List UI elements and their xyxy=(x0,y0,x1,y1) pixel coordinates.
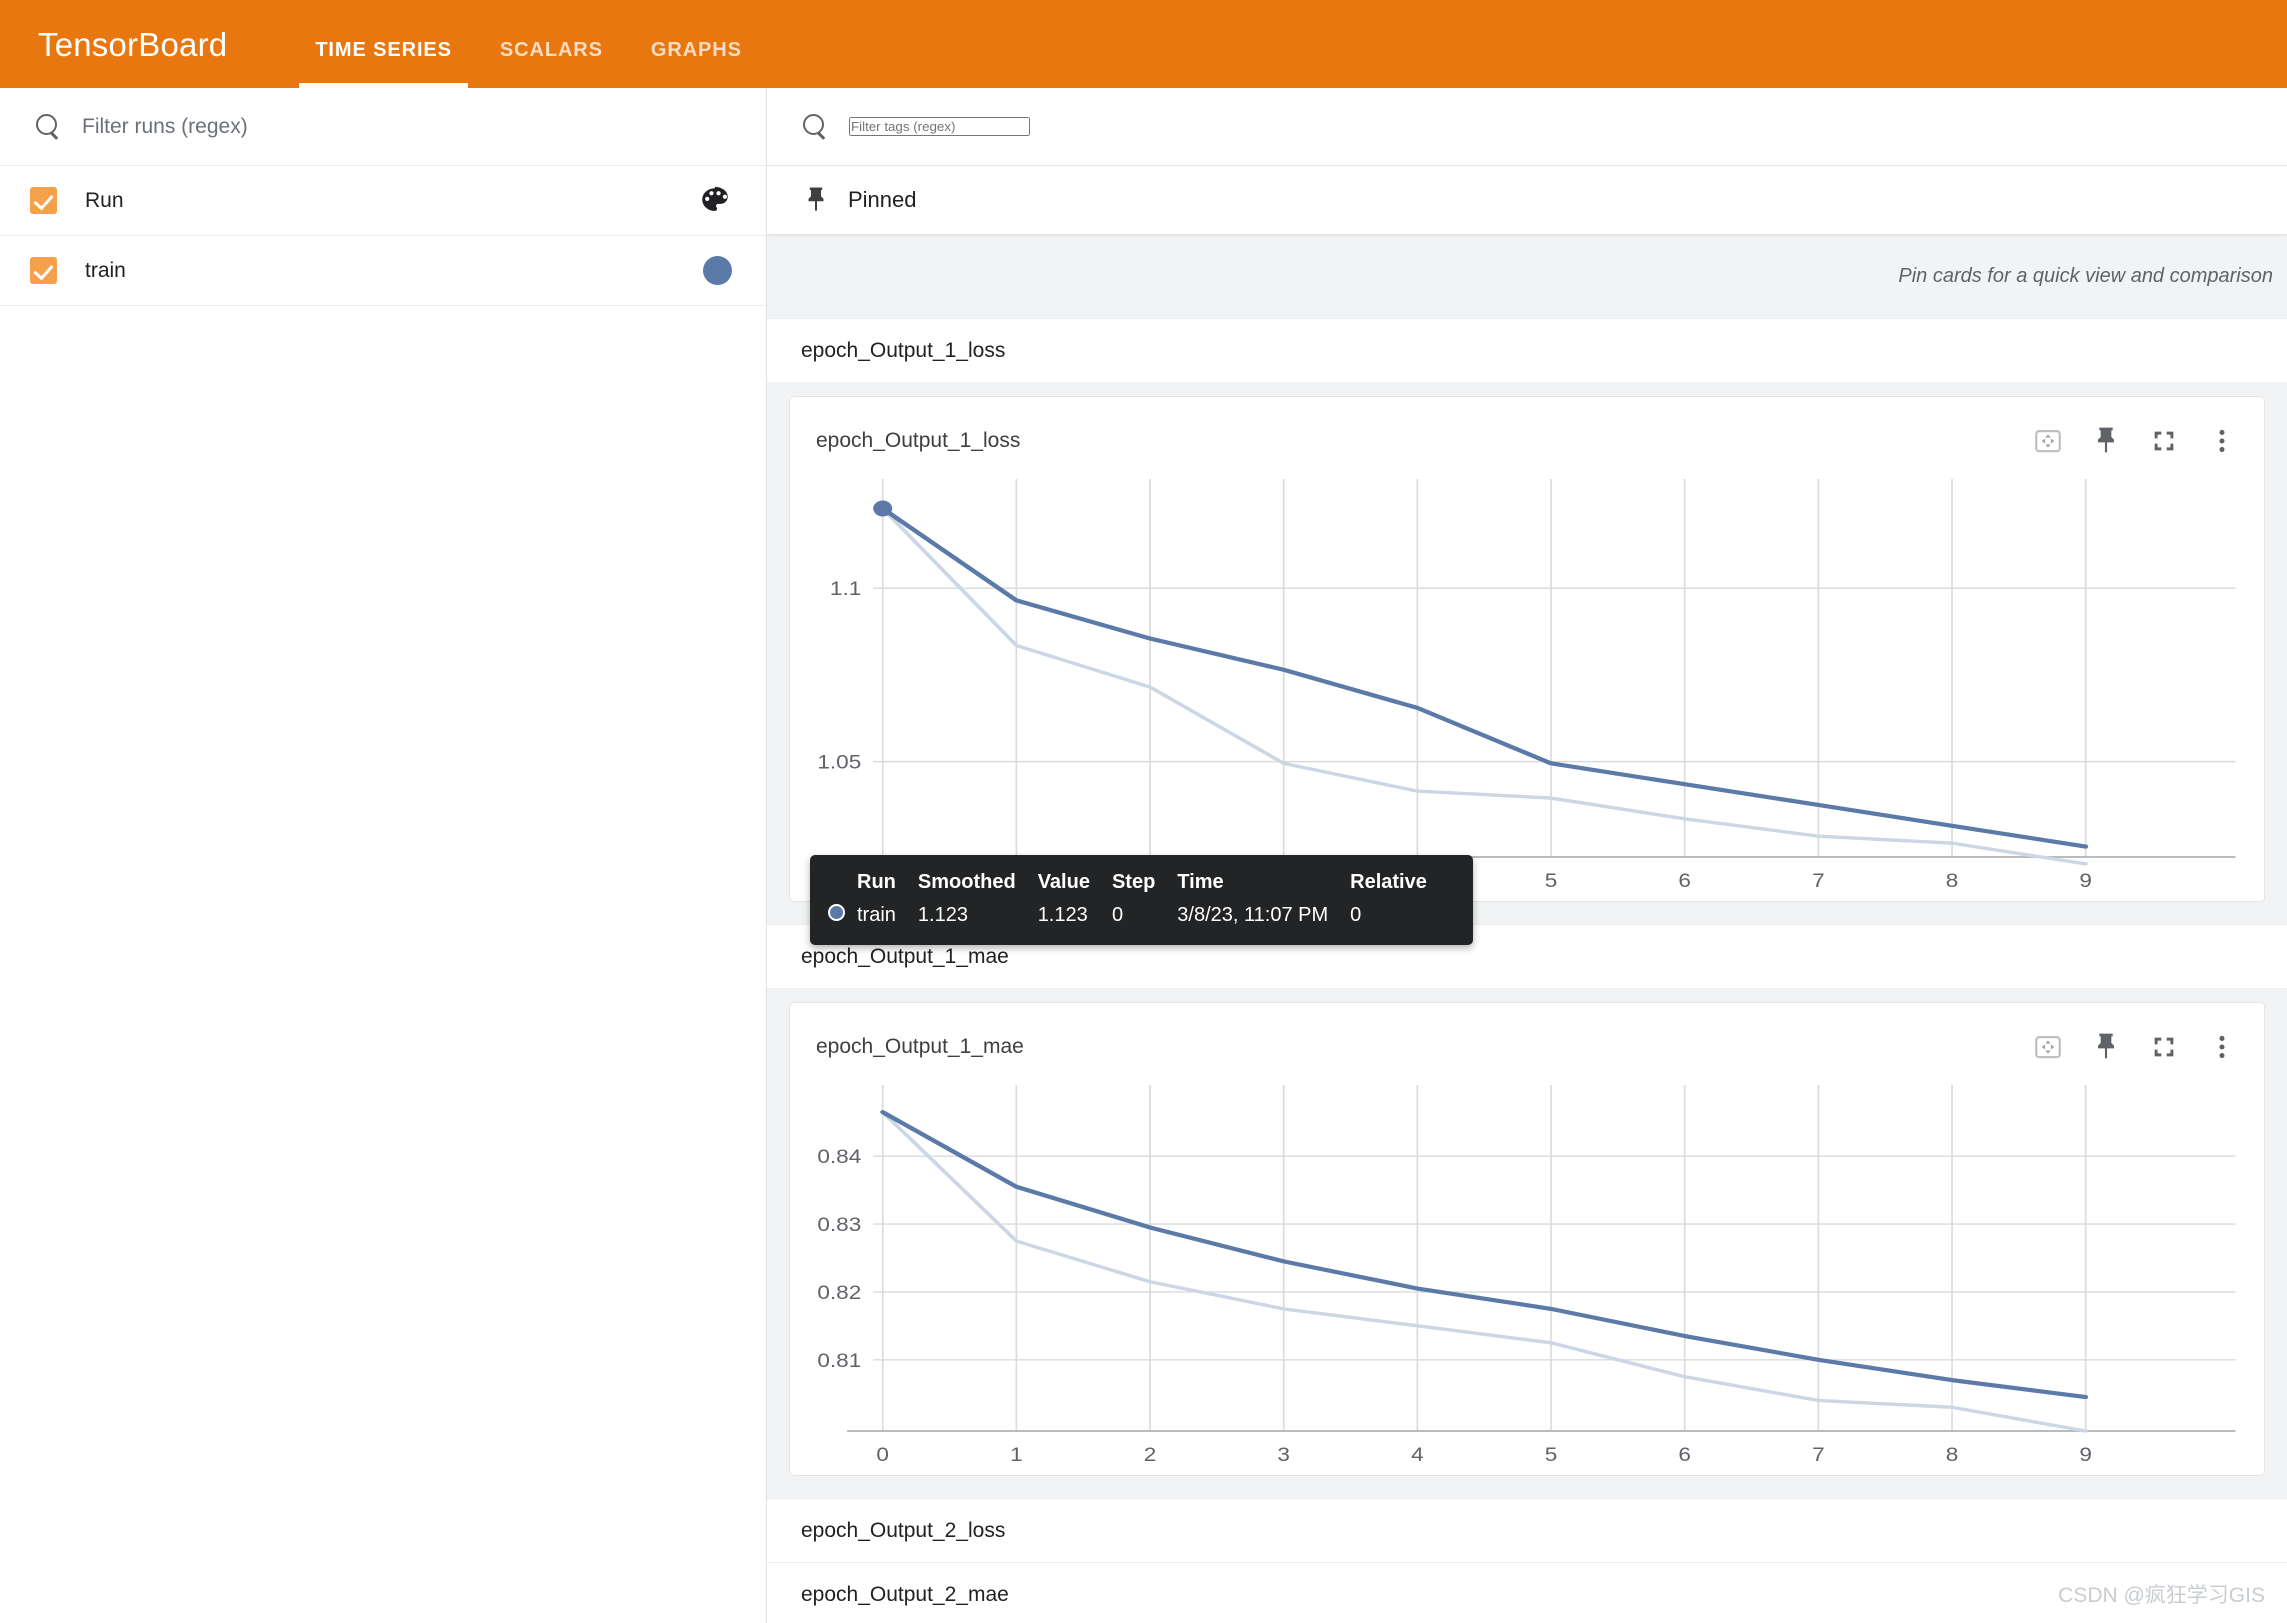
runs-sidebar: Run train xyxy=(0,88,767,1623)
tooltip-value: 1.123 xyxy=(1037,904,1088,926)
run-filter-container xyxy=(0,88,766,166)
more-vert-icon[interactable] xyxy=(2206,425,2238,457)
card-title-loss: epoch_Output_1_loss xyxy=(816,429,1021,452)
svg-text:4: 4 xyxy=(1411,1445,1424,1466)
svg-text:5: 5 xyxy=(1545,1445,1558,1466)
tooltip-th-run: Run xyxy=(857,871,896,893)
app-brand: TensorBoard xyxy=(38,26,228,63)
pinned-label: Pinned xyxy=(848,187,917,212)
svg-text:0.82: 0.82 xyxy=(817,1283,861,1304)
tooltip-relative: 0 xyxy=(1350,904,1362,926)
card-title-mae: epoch_Output_1_mae xyxy=(816,1035,1024,1058)
pin-icon[interactable] xyxy=(2090,425,2122,457)
tab-time-series[interactable]: TIME SERIES xyxy=(291,39,476,88)
chart-card-epoch-output-1-loss: epoch_Output_1_loss 1.1 1.05 5 6 7 8 9 xyxy=(789,396,2265,902)
svg-text:9: 9 xyxy=(2079,871,2092,892)
svg-text:8: 8 xyxy=(1946,871,1959,892)
app-body: Run train Pinned Pin xyxy=(0,88,2287,1623)
palette-icon[interactable] xyxy=(698,184,732,218)
card-wrap-loss: epoch_Output_1_loss 1.1 1.05 5 6 7 8 9 xyxy=(767,382,2287,924)
fullscreen-icon[interactable] xyxy=(2148,1031,2180,1063)
tooltip-th-time: Time xyxy=(1177,871,1224,893)
card-wrap-mae: epoch_Output_1_mae 0.84 0.83 0.82 0.81 0… xyxy=(767,988,2287,1498)
svg-text:1: 1 xyxy=(1010,1445,1023,1466)
svg-text:0: 0 xyxy=(876,1445,889,1466)
tooltip-time: 3/8/23, 11:07 PM xyxy=(1177,904,1329,926)
group-header-epoch-output-2-loss[interactable]: epoch_Output_2_loss xyxy=(767,1498,2287,1562)
fit-view-icon[interactable] xyxy=(2032,425,2064,457)
plot-epoch-output-1-mae[interactable]: 0.84 0.83 0.82 0.81 0 1 2 3 4 5 6 7 8 9 xyxy=(790,1075,2264,1475)
tab-scalars[interactable]: SCALARS xyxy=(476,39,627,88)
group-header-epoch-output-1-loss[interactable]: epoch_Output_1_loss xyxy=(767,318,2287,382)
tooltip-row: train 1.123 1.123 0 3/8/23, 11:07 PM 0 xyxy=(828,904,1449,927)
pinned-section-header[interactable]: Pinned xyxy=(767,166,2287,234)
run-checkbox-train[interactable] xyxy=(30,257,57,284)
svg-text:0.81: 0.81 xyxy=(817,1350,861,1371)
svg-text:7: 7 xyxy=(1812,871,1825,892)
plot-epoch-output-1-loss[interactable]: 1.11.050123456789 xyxy=(790,469,2264,901)
select-all-runs-checkbox[interactable] xyxy=(30,187,57,214)
tooltip-step: 0 xyxy=(1111,904,1124,926)
tooltip-smoothed: 1.123 xyxy=(917,904,968,926)
svg-text:9: 9 xyxy=(2079,1445,2092,1466)
fit-view-icon[interactable] xyxy=(2032,1031,2064,1063)
tooltip-swatch-header xyxy=(828,871,857,904)
search-icon xyxy=(34,113,61,140)
chart-tooltip: Run Smoothed Value Step Time Relative tr… xyxy=(810,855,1473,945)
nav-tabs: TIME SERIES SCALARS GRAPHS xyxy=(291,0,766,88)
tooltip-table: Run Smoothed Value Step Time Relative tr… xyxy=(828,871,1449,927)
tooltip-th-smoothed: Smoothed xyxy=(917,871,1016,893)
svg-text:5: 5 xyxy=(1545,871,1558,892)
group-header-epoch-output-2-mae[interactable]: epoch_Output_2_mae xyxy=(767,1562,2287,1623)
run-row-train[interactable]: train xyxy=(0,236,766,306)
tooltip-header-row: Run Smoothed Value Step Time Relative xyxy=(828,871,1449,904)
svg-text:7: 7 xyxy=(1812,1445,1825,1466)
tooltip-run: train xyxy=(857,904,896,926)
main-panel: Pinned Pin cards for a quick view and co… xyxy=(767,88,2287,1623)
pin-icon[interactable] xyxy=(2090,1031,2122,1063)
pin-hint-text: Pin cards for a quick view and compariso… xyxy=(767,234,2287,318)
tooltip-th-step: Step xyxy=(1111,871,1156,893)
tooltip-color-swatch xyxy=(828,904,857,927)
tooltip-th-relative: Relative xyxy=(1350,871,1427,893)
run-name-train: train xyxy=(85,258,126,282)
run-search-input[interactable] xyxy=(82,114,732,139)
svg-text:6: 6 xyxy=(1678,871,1691,892)
tag-search-input[interactable] xyxy=(849,117,1030,136)
card-actions-loss xyxy=(2032,425,2238,457)
more-vert-icon[interactable] xyxy=(2206,1031,2238,1063)
svg-text:1.05: 1.05 xyxy=(817,752,861,773)
chart-card-epoch-output-1-mae: epoch_Output_1_mae 0.84 0.83 0.82 0.81 0… xyxy=(789,1002,2265,1476)
app-header: TensorBoard TIME SERIES SCALARS GRAPHS xyxy=(0,0,2287,88)
pin-icon xyxy=(801,185,831,215)
tooltip-th-value: Value xyxy=(1037,871,1090,893)
svg-text:0.84: 0.84 xyxy=(817,1147,861,1168)
search-icon xyxy=(801,113,828,140)
svg-text:2: 2 xyxy=(1144,1445,1157,1466)
card-header-loss: epoch_Output_1_loss xyxy=(790,397,2264,463)
run-color-swatch-train[interactable] xyxy=(703,256,732,285)
tab-graphs[interactable]: GRAPHS xyxy=(627,39,766,88)
svg-text:6: 6 xyxy=(1678,1445,1691,1466)
fullscreen-icon[interactable] xyxy=(2148,425,2180,457)
svg-text:1.1: 1.1 xyxy=(830,579,861,600)
runs-header-row[interactable]: Run xyxy=(0,166,766,236)
svg-text:3: 3 xyxy=(1277,1445,1290,1466)
svg-text:0.83: 0.83 xyxy=(817,1215,861,1236)
svg-text:8: 8 xyxy=(1946,1445,1959,1466)
card-header-mae: epoch_Output_1_mae xyxy=(790,1003,2264,1069)
card-actions-mae xyxy=(2032,1031,2238,1063)
runs-column-label: Run xyxy=(85,188,124,212)
tag-filter-container xyxy=(767,88,2287,166)
